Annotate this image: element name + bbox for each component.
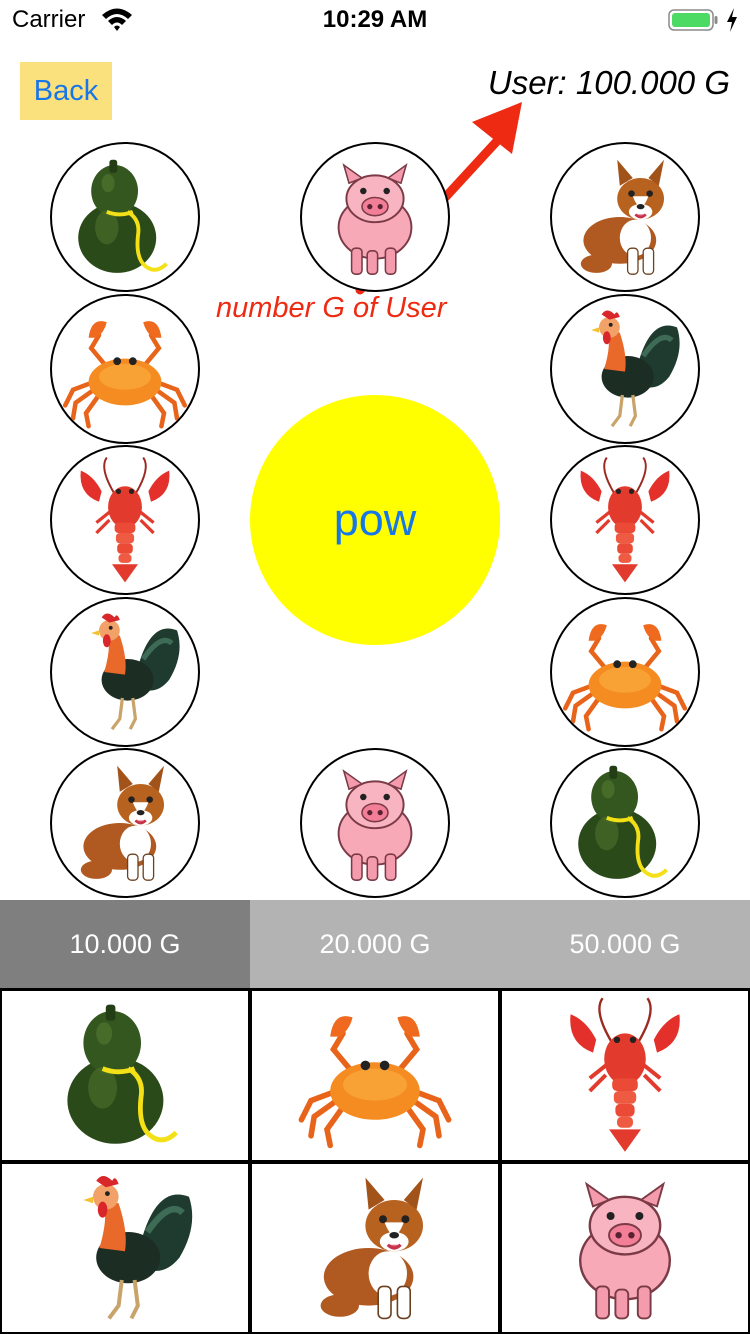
gourd-icon (560, 758, 690, 888)
board-slot-pig[interactable] (300, 748, 450, 898)
lobster-icon (545, 995, 705, 1155)
pick-cell-pig[interactable] (502, 1163, 748, 1332)
board-slot-gourd[interactable] (50, 142, 200, 292)
crab-icon (560, 607, 690, 737)
lobster-icon (60, 455, 190, 585)
pick-cell-rooster[interactable] (2, 1163, 248, 1332)
gourd-icon (60, 152, 190, 282)
pow-button[interactable]: pow (250, 395, 500, 645)
pick-cell-lobster[interactable] (502, 991, 748, 1160)
pick-cell-gourd[interactable] (2, 991, 248, 1160)
pig-icon (310, 758, 440, 888)
dog-icon (60, 758, 190, 888)
bet-tab-10000[interactable]: 10.000 G (0, 900, 250, 988)
annotation-label: number G of User (216, 292, 447, 324)
crab-icon (295, 995, 455, 1155)
board-slot-lobster[interactable] (50, 445, 200, 595)
bet-amount-tabs: 10.000 G 20.000 G 50.000 G (0, 900, 750, 988)
board-slot-rooster[interactable] (550, 294, 700, 444)
gourd-icon (45, 995, 205, 1155)
board-slot-dog[interactable] (550, 142, 700, 292)
status-bar: Carrier 10:29 AM (0, 0, 750, 40)
battery-icon (668, 9, 718, 31)
charging-bolt-icon (727, 8, 737, 32)
lobster-icon (560, 455, 690, 585)
pick-grid (0, 988, 750, 1334)
pick-cell-crab[interactable] (252, 991, 498, 1160)
status-time: 10:29 AM (322, 6, 428, 33)
dog-icon (295, 1168, 455, 1328)
board-slot-dog[interactable] (50, 748, 200, 898)
bet-tab-50000[interactable]: 50.000 G (500, 900, 750, 988)
rooster-icon (60, 607, 190, 737)
pig-icon (545, 1168, 705, 1328)
pig-icon (310, 152, 440, 282)
bet-tab-20000[interactable]: 20.000 G (250, 900, 500, 988)
back-button[interactable]: Back (20, 62, 112, 120)
board-slot-gourd[interactable] (550, 748, 700, 898)
board-slot-lobster[interactable] (550, 445, 700, 595)
board-slot-pig[interactable] (300, 142, 450, 292)
rooster-icon (45, 1168, 205, 1328)
crab-icon (60, 304, 190, 434)
board-slot-rooster[interactable] (50, 597, 200, 747)
pick-cell-dog[interactable] (252, 1163, 498, 1332)
board-slot-crab[interactable] (550, 597, 700, 747)
dog-icon (560, 152, 690, 282)
rooster-icon (560, 304, 690, 434)
board-slot-crab[interactable] (50, 294, 200, 444)
